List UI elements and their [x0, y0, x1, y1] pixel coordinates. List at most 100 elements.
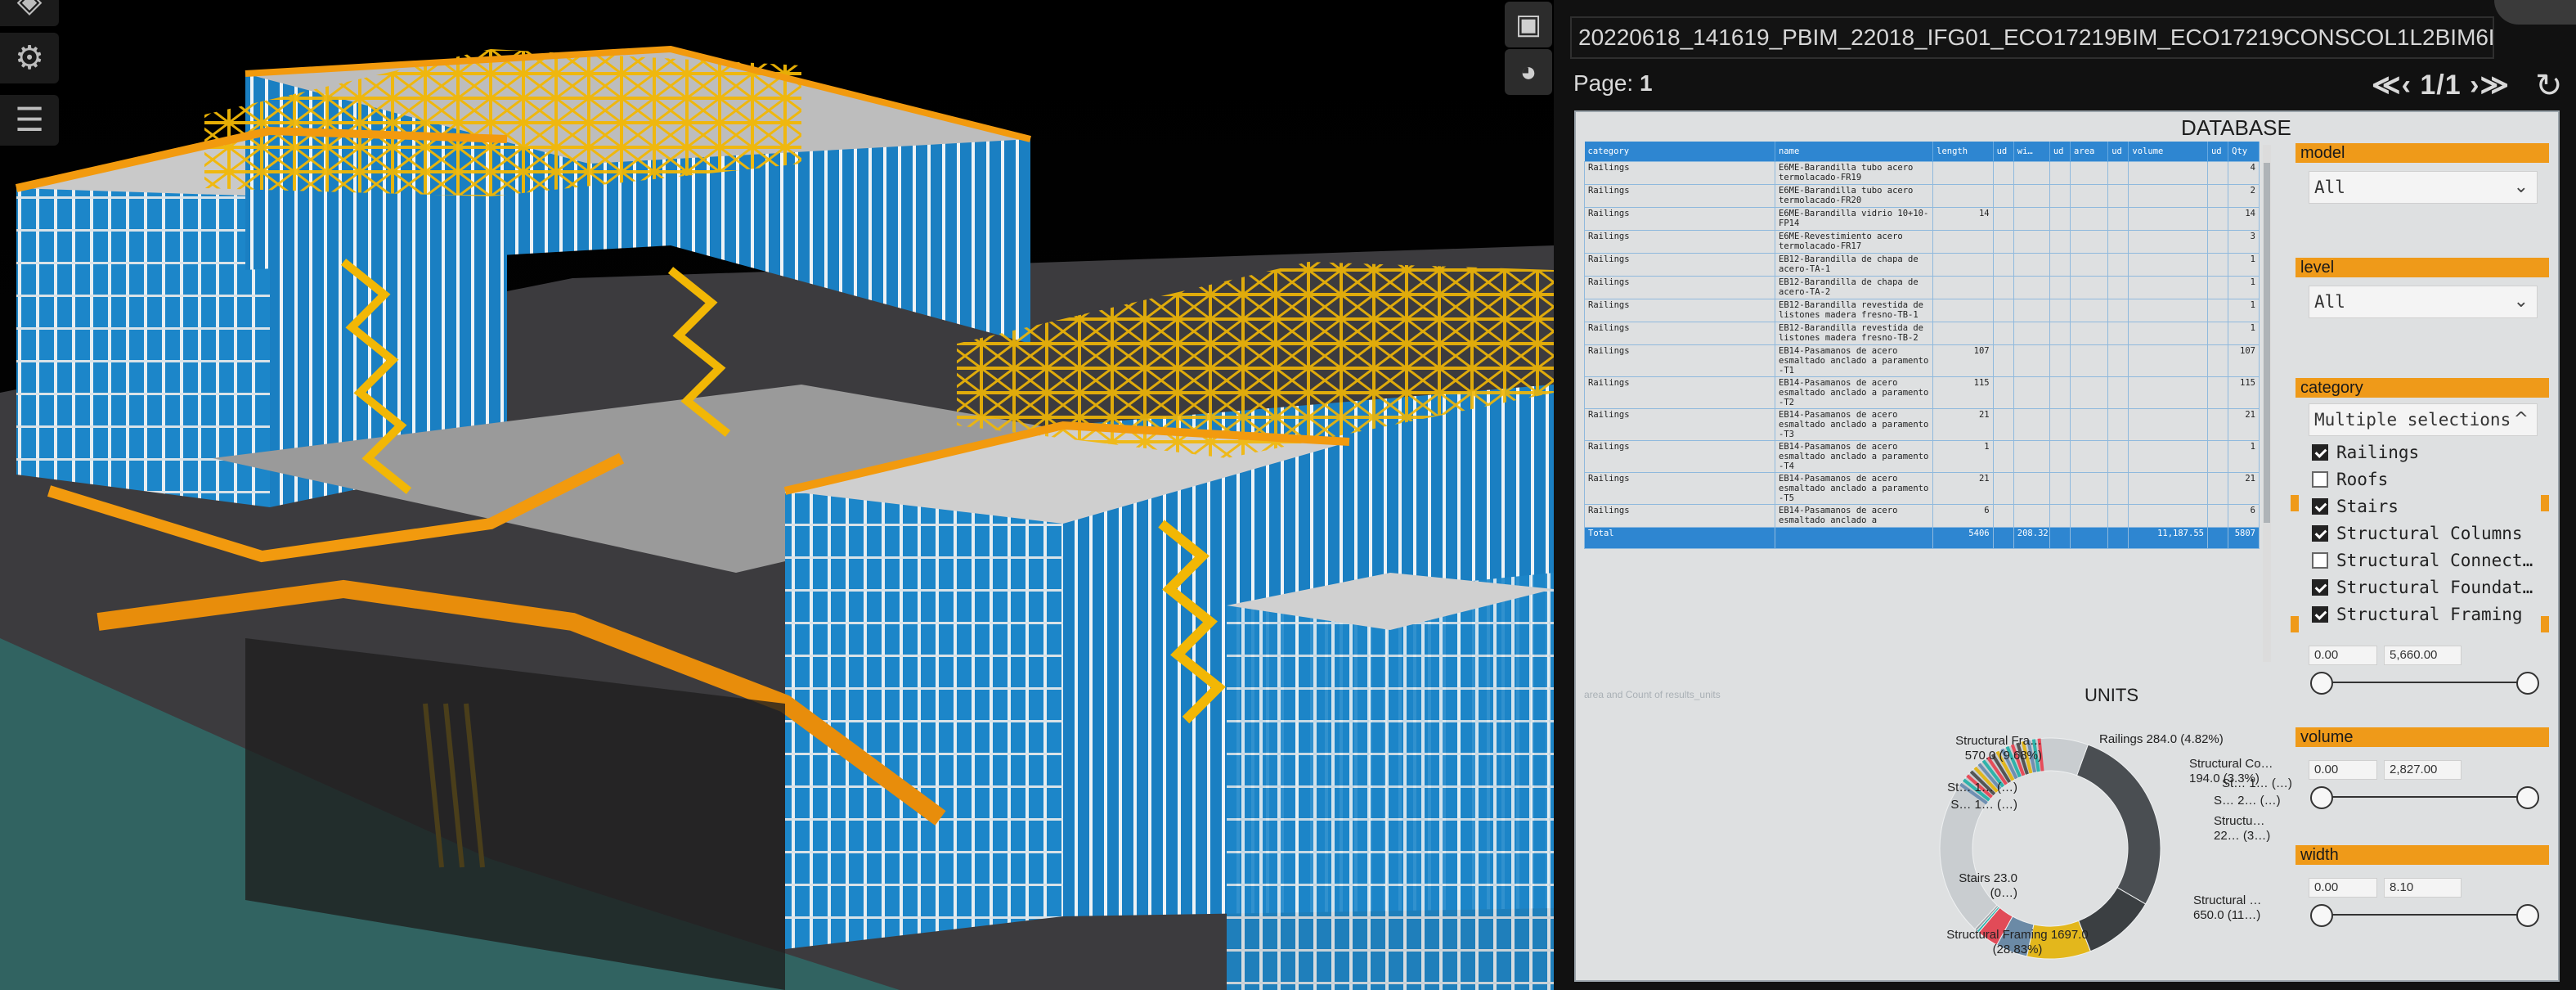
slider-min-handle[interactable]: [2310, 786, 2333, 809]
length-max-field[interactable]: 5,660.00: [2384, 646, 2462, 665]
category-option[interactable]: Stairs: [2312, 497, 2399, 521]
volume-range-slider[interactable]: [2310, 785, 2539, 809]
width-range-slider[interactable]: [2310, 902, 2539, 927]
cell-empty: [2070, 344, 2109, 377]
cell-name: E6ME-Barandilla vidrio 10+10-FP14: [1774, 206, 1934, 231]
table-row[interactable]: Railings E6ME-Barandilla vidrio 10+10-FP1…: [1584, 206, 2260, 231]
column-header[interactable]: Qty: [2228, 142, 2260, 161]
model-filter-label: model: [2296, 143, 2549, 163]
column-header[interactable]: ud: [2107, 142, 2129, 161]
category-option[interactable]: Roofs: [2312, 470, 2388, 494]
table-row[interactable]: Railings E6ME-Barandilla tubo acero termo…: [1584, 183, 2260, 208]
selection-marker: [2291, 495, 2299, 511]
length-min-field[interactable]: 0.00: [2309, 646, 2377, 665]
category-option-label: Structural Framing: [2336, 605, 2523, 624]
cell-empty: [2107, 298, 2129, 322]
column-header[interactable]: ud: [2049, 142, 2071, 161]
checkbox[interactable]: [2312, 606, 2328, 623]
table-row[interactable]: Railings EB12-Barandilla revestida de lis…: [1584, 298, 2260, 322]
cell-empty: [2049, 407, 2071, 441]
checkbox[interactable]: [2312, 444, 2328, 461]
list-icon[interactable]: ☰: [0, 95, 59, 146]
cell-name: EB14-Pasamanos de acero esmaltado anclad…: [1774, 344, 1934, 377]
scroll-thumb[interactable]: [2264, 163, 2270, 523]
refresh-icon[interactable]: ↻: [2535, 67, 2563, 105]
bim-3d-viewport[interactable]: ◈ ⚙ ☰ ▣ ◕: [0, 0, 1554, 990]
category-dropdown[interactable]: Multiple selections ^: [2309, 403, 2538, 436]
cell-empty: [2206, 206, 2229, 231]
cell-empty: [1992, 298, 2014, 322]
slider-min-handle[interactable]: [2310, 904, 2333, 927]
category-option[interactable]: Structural Framing: [2312, 605, 2523, 629]
cell-empty: [2128, 471, 2208, 505]
category-option[interactable]: Structural Foundat…: [2312, 578, 2533, 602]
chevron-down-icon: ⌄: [2513, 291, 2529, 312]
table-row[interactable]: Railings EB14-Pasamanos de acero esmaltad…: [1584, 503, 2260, 528]
slider-max-handle[interactable]: [2516, 786, 2539, 809]
table-row[interactable]: Railings E6ME-Revestimiento acero termola…: [1584, 229, 2260, 254]
cell-empty: [2128, 439, 2208, 473]
cell-name: EB14-Pasamanos de acero esmaltado anclad…: [1774, 376, 1934, 409]
cell-empty: [2070, 183, 2109, 208]
cell-qty: 2: [2228, 183, 2260, 208]
cell-empty: [2128, 407, 2208, 441]
column-header[interactable]: ud: [2207, 142, 2229, 161]
cell-empty: [2013, 298, 2050, 322]
checkbox[interactable]: [2312, 552, 2328, 569]
checkbox[interactable]: [2312, 579, 2328, 596]
volume-max-field[interactable]: 2,827.00: [2384, 760, 2462, 780]
column-header[interactable]: name: [1775, 142, 1934, 161]
table-row[interactable]: Railings EB14-Pasamanos de acero esmaltad…: [1584, 344, 2260, 377]
column-header[interactable]: volume: [2128, 142, 2208, 161]
cell-name: EB12-Barandilla de chapa de acero-TA-1: [1774, 252, 1934, 277]
donut-slice[interactable]: [2076, 744, 2161, 905]
width-max-field[interactable]: 8.10: [2384, 878, 2462, 898]
cell-empty: [2206, 344, 2229, 377]
table-row[interactable]: Railings EB12-Barandilla revestida de lis…: [1584, 321, 2260, 345]
slider-max-handle[interactable]: [2516, 904, 2539, 927]
column-header[interactable]: length: [1932, 142, 1994, 161]
width-min-field[interactable]: 0.00: [2309, 878, 2377, 898]
checkbox[interactable]: [2312, 525, 2328, 542]
column-header[interactable]: area: [2070, 142, 2109, 161]
table-scrollbar[interactable]: [2263, 145, 2271, 662]
cell-empty: [2070, 526, 2109, 549]
column-header[interactable]: ud: [1993, 142, 2014, 161]
category-option[interactable]: Railings: [2312, 443, 2419, 467]
model-tree-icon[interactable]: ⚙: [0, 33, 59, 83]
cell-empty: [2049, 206, 2071, 231]
cell-empty: [2206, 471, 2229, 505]
layers-icon[interactable]: ◈: [0, 0, 59, 26]
table-row[interactable]: Railings EB14-Pasamanos de acero esmaltad…: [1584, 376, 2260, 409]
table-row[interactable]: Railings EB14-Pasamanos de acero esmaltad…: [1584, 471, 2260, 505]
model-dropdown[interactable]: All ⌄: [2309, 171, 2538, 204]
cell-qty: 107: [2228, 344, 2260, 377]
cell-empty: [2107, 275, 2129, 299]
column-header[interactable]: category: [1584, 142, 1775, 161]
page-navigator[interactable]: ≪‹ 1/1 ›≫: [2372, 69, 2510, 101]
cell-name: E6ME-Barandilla tubo acero termolacado-F…: [1774, 160, 1934, 185]
table-row[interactable]: Railings EB14-Pasamanos de acero esmaltad…: [1584, 439, 2260, 473]
table-row[interactable]: Railings EB12-Barandilla de chapa de acer…: [1584, 252, 2260, 277]
length-range-slider[interactable]: [2310, 670, 2539, 695]
column-header[interactable]: wi…: [2013, 142, 2050, 161]
level-dropdown[interactable]: All ⌄: [2309, 286, 2538, 318]
image-icon[interactable]: ▣: [1505, 2, 1552, 47]
cell-empty: [2013, 160, 2050, 185]
category-option[interactable]: Structural Connect…: [2312, 551, 2533, 575]
pie-chart-icon[interactable]: ◕: [1505, 49, 1552, 95]
table-row[interactable]: Railings EB12-Barandilla de chapa de acer…: [1584, 275, 2260, 299]
slider-min-handle[interactable]: [2310, 672, 2333, 695]
category-option[interactable]: Structural Columns: [2312, 524, 2523, 548]
building-model-render[interactable]: [0, 0, 1554, 990]
donut-label-s-2: S… 2… (…): [2214, 794, 2281, 808]
checkbox[interactable]: [2312, 471, 2328, 488]
slider-max-handle[interactable]: [2516, 672, 2539, 695]
cell-empty: [1992, 160, 2014, 185]
checkbox[interactable]: [2312, 498, 2328, 515]
cell-empty: [2206, 160, 2229, 185]
table-row[interactable]: Railings EB14-Pasamanos de acero esmaltad…: [1584, 407, 2260, 441]
cell-length: [1932, 160, 1994, 185]
volume-min-field[interactable]: 0.00: [2309, 760, 2377, 780]
table-row[interactable]: Railings E6ME-Barandilla tubo acero termo…: [1584, 160, 2260, 185]
